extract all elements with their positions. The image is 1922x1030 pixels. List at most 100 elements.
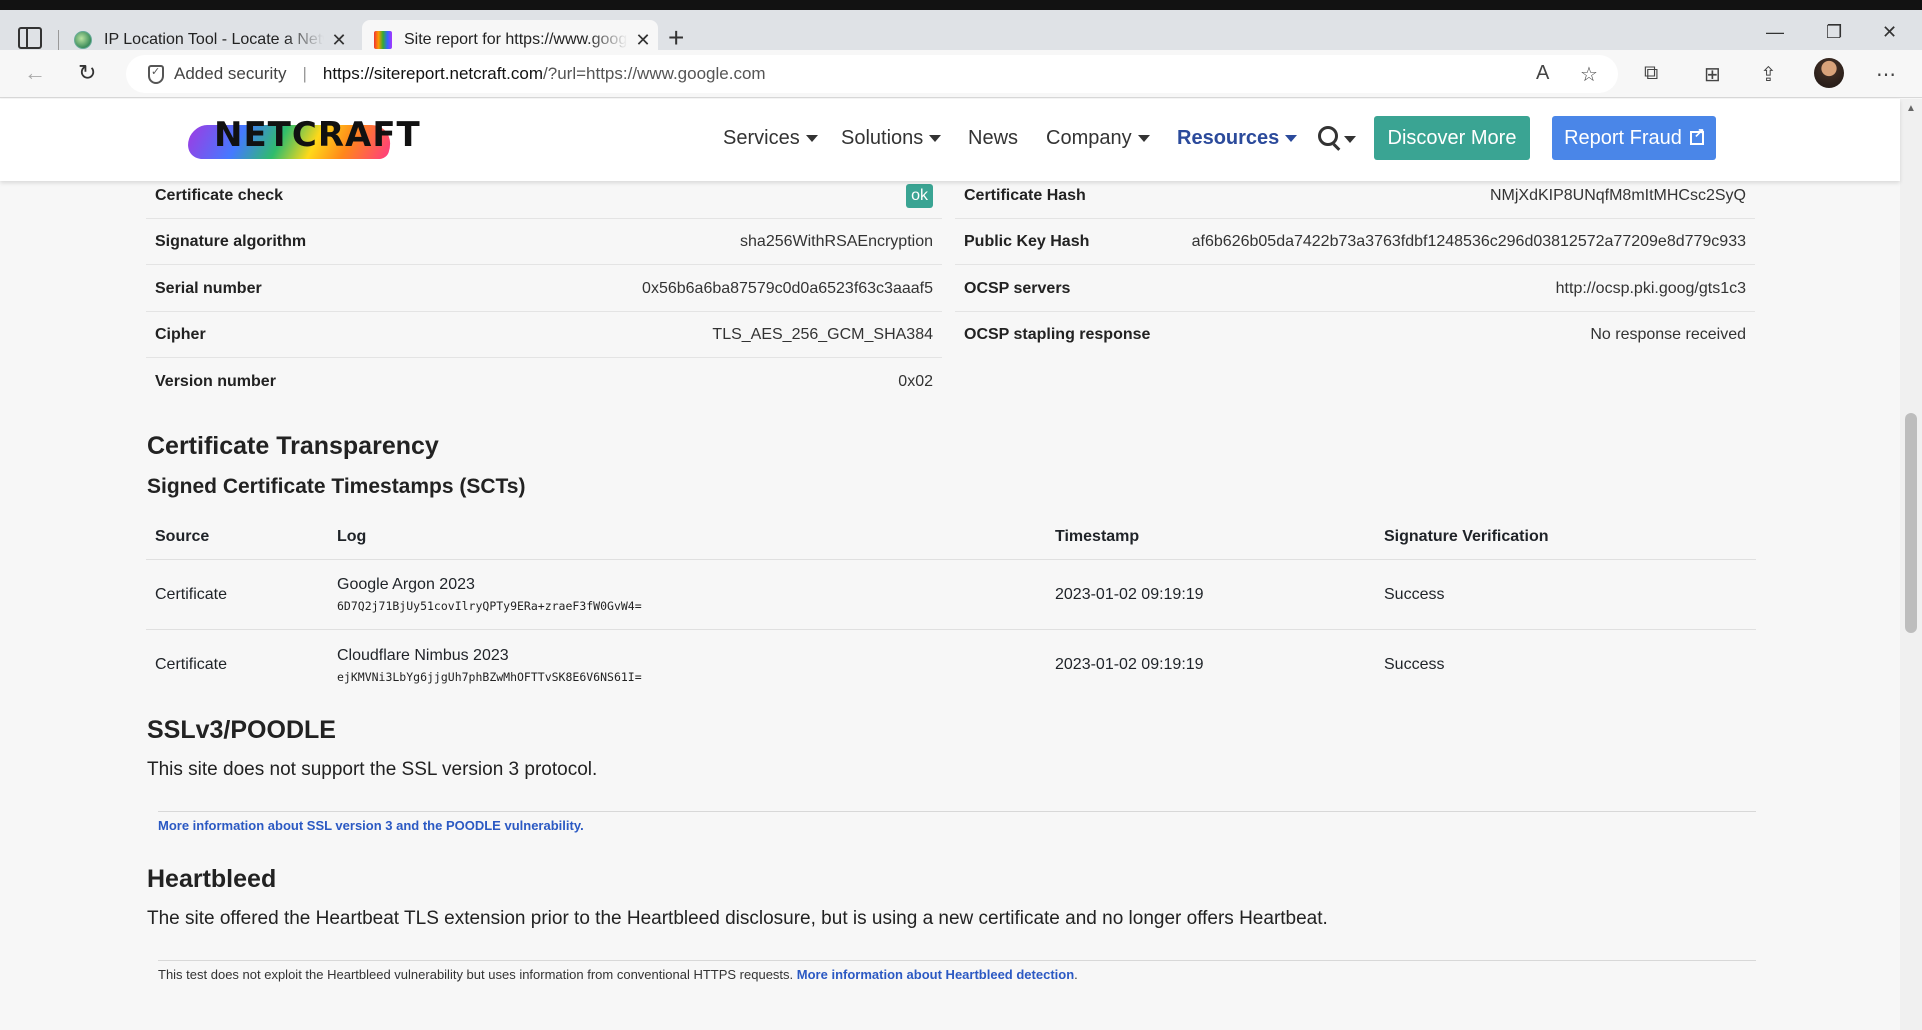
- table-row: Certificate Google Argon 2023 6D7Q2j71Bj…: [146, 560, 1756, 630]
- cert-value: TLS_AES_256_GCM_SHA384: [712, 325, 933, 343]
- poodle-info-link[interactable]: More information about SSL version 3 and…: [158, 818, 584, 833]
- site-header: NETCRAFT Services Solutions News Company…: [0, 99, 1900, 181]
- tab-separator: [58, 30, 59, 50]
- sct-log-id: 6D7Q2j71BjUy51covIlryQPTy9ERa+zraeF3fW0G…: [337, 599, 642, 613]
- close-icon[interactable]: ✕: [324, 30, 354, 51]
- cert-row-ocsp-stapling: OCSP stapling response No response recei…: [955, 312, 1755, 358]
- share-icon[interactable]: ⇪: [1760, 62, 1777, 87]
- cert-row-version: Version number 0x02: [146, 359, 942, 405]
- poodle-text: This site does not support the SSL versi…: [147, 759, 598, 780]
- cert-value: af6b626b05da7422b73a3763fdbf1248536c296d…: [1191, 232, 1746, 250]
- cert-value: 0x02: [898, 373, 933, 390]
- cert-key: Serial number: [155, 279, 262, 297]
- cert-key: Certificate check: [155, 186, 284, 204]
- caret-down-icon: [805, 135, 818, 142]
- netcraft-favicon-icon: [374, 31, 392, 49]
- report-fraud-button[interactable]: Report Fraud: [1552, 116, 1716, 160]
- column-header: Timestamp: [1055, 527, 1140, 545]
- new-tab-icon[interactable]: +: [668, 24, 684, 52]
- heartbleed-note: This test does not exploit the Heartblee…: [158, 960, 1756, 982]
- poodle-info: More information about SSL version 3 and…: [158, 811, 1756, 833]
- browser-titlebar: IP Location Tool - Locate a Network ✕ Si…: [0, 0, 1922, 60]
- refresh-icon[interactable]: ↻: [78, 60, 96, 86]
- url-divider: |: [302, 64, 307, 83]
- caret-down-icon: [1285, 135, 1298, 142]
- scrollbar-thumb[interactable]: [1905, 413, 1917, 633]
- heartbleed-note-text: This test does not exploit the Heartblee…: [158, 967, 794, 982]
- cert-key: Signature algorithm: [155, 232, 307, 250]
- logo-text: NETCRAFT: [214, 115, 421, 155]
- heartbleed-info-link[interactable]: More information about Heartbleed detect…: [797, 967, 1074, 982]
- sct-log-name: Google Argon 2023: [337, 576, 475, 593]
- cert-key: Version number: [155, 373, 276, 390]
- window-close-icon[interactable]: ✕: [1882, 22, 1897, 43]
- url-text[interactable]: https://sitereport.netcraft.com/?url=htt…: [323, 64, 766, 84]
- security-label[interactable]: Added security: [174, 64, 286, 84]
- search-icon[interactable]: [1318, 126, 1338, 146]
- sct-subheading: Signed Certificate Timestamps (SCTs): [147, 475, 526, 498]
- tab-title: IP Location Tool - Locate a Network: [104, 31, 324, 48]
- heartbleed-heading: Heartbleed: [147, 865, 277, 893]
- nav-news[interactable]: News: [968, 127, 1018, 150]
- cert-key: OCSP servers: [964, 279, 1071, 297]
- sct-timestamp: 2023-01-02 09:19:19: [1055, 585, 1204, 603]
- heartbleed-text: The site offered the Heartbeat TLS exten…: [147, 908, 1328, 929]
- column-header: Source: [155, 527, 210, 545]
- sct-timestamp: 2023-01-02 09:19:19: [1055, 656, 1204, 673]
- collections-icon[interactable]: ⊞: [1704, 62, 1721, 87]
- extensions-icon[interactable]: ⧉: [1644, 62, 1658, 85]
- report-fraud-label: Report Fraud: [1564, 126, 1682, 149]
- status-badge: ok: [906, 183, 933, 208]
- cert-value: http://ocsp.pki.goog/gts1c3: [1555, 279, 1746, 297]
- browser-toolbar: ← ↻ Added security | https://sitereport.…: [0, 50, 1922, 98]
- cert-row-serial: Serial number 0x56b6a6ba87579c0d0a6523f6…: [146, 266, 942, 312]
- nav-company[interactable]: Company: [1046, 127, 1150, 150]
- cert-key: Certificate Hash: [964, 186, 1086, 204]
- globe-icon: [74, 31, 92, 49]
- table-header: Source Log Timestamp Signature Verificat…: [146, 514, 1756, 560]
- cert-key: Public Key Hash: [964, 232, 1090, 250]
- tab-actions-icon[interactable]: [18, 27, 42, 49]
- cert-row-ocsp-servers: OCSP servers http://ocsp.pki.goog/gts1c3: [955, 266, 1755, 312]
- netcraft-logo[interactable]: NETCRAFT: [182, 115, 420, 165]
- profile-avatar[interactable]: [1814, 58, 1844, 88]
- nav-solutions[interactable]: Solutions: [841, 127, 942, 150]
- minimize-icon[interactable]: —: [1766, 22, 1784, 43]
- sct-log-id: ejKMVNi3LbYg6jjgUh7phBZwMhOFTTvSK8E6V6NS…: [337, 669, 642, 684]
- page-scrollbar[interactable]: ▲: [1900, 99, 1922, 1030]
- nav-services[interactable]: Services: [723, 127, 818, 150]
- sct-verification: Success: [1384, 656, 1445, 673]
- ct-heading: Certificate Transparency: [147, 432, 439, 460]
- sct-verification: Success: [1384, 585, 1445, 603]
- search-caret-icon[interactable]: [1344, 136, 1356, 143]
- cert-value: sha256WithRSAEncryption: [740, 232, 933, 250]
- caret-down-icon: [1137, 135, 1150, 142]
- address-bar[interactable]: Added security | https://sitereport.netc…: [126, 55, 1618, 93]
- sct-source: Certificate: [155, 585, 228, 603]
- cert-value: No response received: [1590, 326, 1746, 343]
- more-menu-icon[interactable]: ⋯: [1876, 62, 1896, 87]
- sct-log: Google Argon 2023 6D7Q2j71BjUy51covIlryQ…: [328, 576, 1046, 613]
- favorite-star-icon[interactable]: ☆: [1580, 62, 1598, 87]
- back-icon[interactable]: ←: [24, 60, 46, 86]
- cert-value: NMjXdKIP8UNqfM8mItMHCsc2SyQ: [1489, 186, 1746, 204]
- read-aloud-icon[interactable]: A: [1536, 62, 1549, 85]
- external-link-icon: [1689, 125, 1705, 145]
- nav-resources[interactable]: Resources: [1177, 127, 1298, 150]
- shield-icon[interactable]: [148, 64, 164, 84]
- column-header: Log: [337, 527, 367, 545]
- table-row: Certificate Cloudflare Nimbus 2023 ejKMV…: [146, 630, 1756, 700]
- cert-row-pubkey-hash: Public Key Hash af6b626b05da7422b73a3763…: [955, 219, 1755, 265]
- heartbleed-note-suffix: .: [1074, 967, 1078, 982]
- caret-down-icon: [929, 135, 942, 142]
- discover-more-button[interactable]: Discover More: [1374, 116, 1530, 160]
- sct-source: Certificate: [155, 656, 228, 673]
- cert-value: 0x56b6a6ba87579c0d0a6523f63c3aaaf5: [642, 279, 933, 297]
- tab-title: Site report for https://www.google.com: [404, 31, 628, 48]
- sct-table: Source Log Timestamp Signature Verificat…: [146, 514, 1756, 700]
- sct-log: Cloudflare Nimbus 2023 ejKMVNi3LbYg6jjgU…: [328, 647, 1046, 684]
- cert-row-signature: Signature algorithm sha256WithRSAEncrypt…: [146, 219, 942, 265]
- restore-icon[interactable]: ❐: [1826, 22, 1842, 43]
- close-icon[interactable]: ✕: [628, 30, 658, 51]
- scroll-up-icon[interactable]: ▲: [1906, 103, 1916, 114]
